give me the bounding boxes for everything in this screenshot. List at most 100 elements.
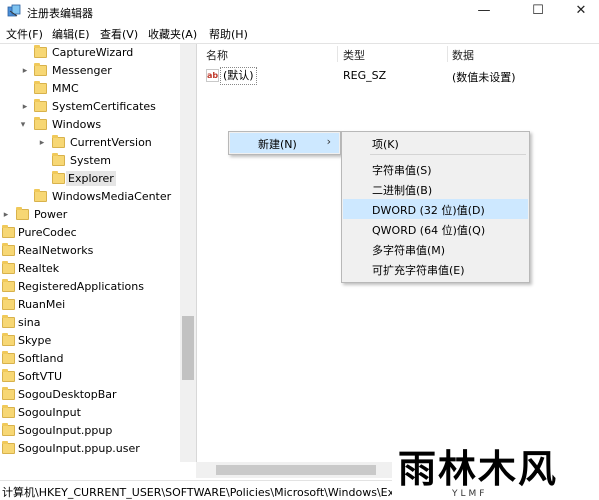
tree-item[interactable]: RuanMei — [0, 296, 180, 314]
tree-item[interactable]: Skype — [0, 332, 180, 350]
menu-view[interactable]: 查看(V) — [100, 26, 138, 42]
folder-icon — [2, 225, 15, 238]
tree-item[interactable]: SogouInput.ppup.user — [0, 440, 180, 458]
minimize-button[interactable]: — — [461, 0, 507, 23]
tree-item-label: Realtek — [18, 262, 60, 275]
tree-item[interactable]: CaptureWizard — [0, 44, 180, 62]
folder-icon — [2, 405, 15, 418]
tree-item[interactable]: RealNetworks — [0, 242, 180, 260]
tree-item-label: SystemCertificates — [52, 100, 156, 113]
folder-icon — [34, 81, 47, 94]
folder-icon — [52, 153, 65, 166]
expand-arrow-icon[interactable]: ▸ — [37, 137, 47, 149]
tree-item[interactable]: WindowsMediaCenter — [0, 188, 180, 206]
tree-item-label: System — [70, 154, 112, 167]
watermark-logo: 雨林木风 YLMF — [392, 440, 599, 498]
tree-item[interactable]: Realtek — [0, 260, 180, 278]
tree-scroll-thumb[interactable] — [182, 316, 194, 380]
collapse-arrow-icon[interactable]: ▾ — [18, 119, 28, 131]
value-data: (数值未设置) — [452, 71, 516, 84]
folder-icon — [2, 297, 15, 310]
tree-item-label: Messenger — [52, 64, 112, 77]
list-row[interactable]: ab (默认) REG_SZ (数值未设置) — [201, 67, 599, 85]
tree-item[interactable]: SogouInput — [0, 404, 180, 422]
tree-item-label: Skype — [18, 334, 52, 347]
folder-icon — [34, 117, 47, 130]
menu-item-qword-value[interactable]: QWORD (64 位)值(Q) — [343, 219, 528, 239]
column-header-name[interactable]: 名称 — [206, 47, 228, 63]
column-header-data[interactable]: 数据 — [452, 47, 474, 63]
folder-icon — [2, 387, 15, 400]
value-type: REG_SZ — [343, 69, 387, 82]
tree-item-label: Windows — [52, 118, 102, 131]
menu-item-key[interactable]: 项(K) — [343, 133, 528, 153]
menu-item-label: 二进制值(B) — [372, 184, 433, 197]
watermark-subtext: YLMF — [451, 489, 487, 498]
ab-icon: ab — [206, 69, 219, 82]
column-header-type[interactable]: 类型 — [343, 47, 365, 63]
title-bar: 注册表编辑器 — ☐ ✕ — [0, 0, 599, 23]
menu-item-label: 字符串值(S) — [372, 164, 432, 177]
expand-arrow-icon[interactable]: ▸ — [1, 209, 11, 221]
tree-item[interactable]: ▸ CurrentVersion — [0, 134, 180, 152]
tree-item[interactable]: ▸ Messenger — [0, 62, 180, 80]
folder-icon — [2, 279, 15, 292]
close-button[interactable]: ✕ — [558, 0, 599, 23]
window-title: 注册表编辑器 — [27, 7, 93, 20]
tree-item[interactable]: sina — [0, 314, 180, 332]
menu-favorites[interactable]: 收藏夹(A) — [148, 26, 197, 42]
menu-bar: 文件(F) 编辑(E) 查看(V) 收藏夹(A) 帮助(H) — [0, 23, 599, 44]
column-divider[interactable] — [447, 46, 448, 62]
tree-item[interactable]: ▸ Power — [0, 206, 180, 224]
menu-item-multi-string-value[interactable]: 多字符串值(M) — [343, 239, 528, 259]
folder-icon — [2, 351, 15, 364]
column-divider[interactable] — [337, 46, 338, 62]
tree-item-label: RealNetworks — [18, 244, 94, 257]
tree-vertical-scrollbar[interactable] — [180, 44, 196, 462]
tree-item[interactable]: RegisteredApplications — [0, 278, 180, 296]
tree-item-label: PureCodec — [18, 226, 77, 239]
menu-item-label: DWORD (32 位)值(D) — [372, 204, 485, 217]
list-scroll-thumb[interactable] — [216, 465, 376, 475]
tree-item[interactable]: MMC — [0, 80, 180, 98]
tree-item[interactable]: Softland — [0, 350, 180, 368]
tree-item[interactable]: PureCodec — [0, 224, 180, 242]
tree-item[interactable]: ▾ Windows — [0, 116, 180, 134]
tree-item[interactable]: System — [0, 152, 180, 170]
tree-item-label: CaptureWizard — [52, 46, 134, 59]
new-submenu: 项(K) 字符串值(S) 二进制值(B) DWORD (32 位)值(D) QW… — [341, 131, 530, 283]
menu-item-binary-value[interactable]: 二进制值(B) — [343, 179, 528, 199]
menu-item-expandable-string-value[interactable]: 可扩充字符串值(E) — [343, 259, 528, 279]
tree-item[interactable]: SogouInput.ppup — [0, 422, 180, 440]
tree-item-selected[interactable]: Explorer — [0, 170, 180, 188]
maximize-button[interactable]: ☐ — [515, 0, 561, 23]
expand-arrow-icon[interactable]: ▸ — [20, 101, 30, 113]
menu-item-string-value[interactable]: 字符串值(S) — [343, 159, 528, 179]
tree-item[interactable]: SogouDesktopBar — [0, 386, 180, 404]
regedit-icon — [7, 4, 21, 17]
folder-icon — [34, 99, 47, 112]
context-menu: 新建(N) › — [228, 131, 341, 155]
tree-item-label: SogouDesktopBar — [18, 388, 117, 401]
tree-item[interactable]: ▸ SystemCertificates — [0, 98, 180, 116]
menu-item-label: 新建(N) — [258, 138, 297, 151]
folder-icon — [2, 441, 15, 454]
folder-icon — [52, 171, 65, 184]
watermark-text: 雨林木风 — [398, 447, 558, 491]
tree-item[interactable]: SoftVTU — [0, 368, 180, 386]
menu-help[interactable]: 帮助(H) — [209, 26, 248, 42]
menu-file[interactable]: 文件(F) — [6, 26, 43, 42]
tree-item-label: WindowsMediaCenter — [52, 190, 172, 203]
registry-tree: CaptureWizard ▸ Messenger MMC ▸ SystemCe… — [0, 44, 197, 462]
tree-item-label: Explorer — [66, 171, 116, 186]
folder-icon — [2, 369, 15, 382]
folder-icon — [34, 63, 47, 76]
tree-item-label: sina — [18, 316, 41, 329]
menu-item-new[interactable]: 新建(N) › — [230, 133, 339, 153]
expand-arrow-icon[interactable]: ▸ — [20, 65, 30, 77]
tree-item-label: SoftVTU — [18, 370, 62, 383]
menu-edit[interactable]: 编辑(E) — [52, 26, 90, 42]
menu-item-dword-value[interactable]: DWORD (32 位)值(D) — [343, 199, 528, 219]
folder-icon — [2, 333, 15, 346]
menu-item-label: QWORD (64 位)值(Q) — [372, 224, 486, 237]
